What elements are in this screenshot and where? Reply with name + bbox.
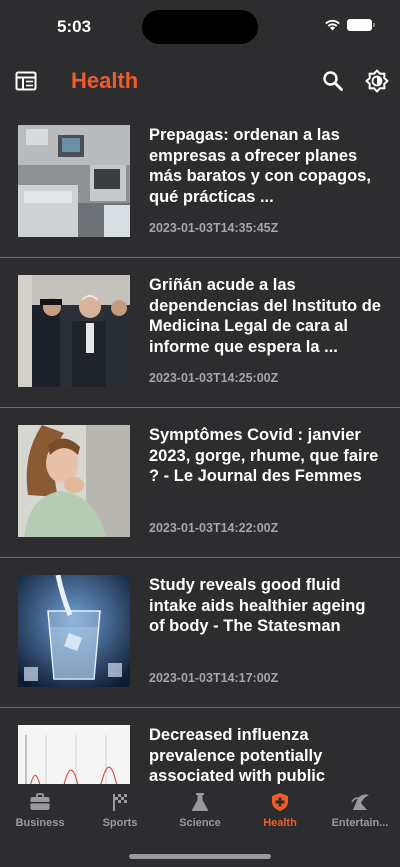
article-date: 2023-01-03T14:25:00Z (149, 371, 279, 385)
tab-label: Science (179, 817, 221, 829)
home-indicator (129, 854, 271, 859)
tab-sports[interactable]: Sports (80, 792, 160, 836)
layout-icon[interactable] (15, 71, 37, 91)
battery-icon (347, 19, 375, 31)
article-item[interactable]: Griñán acude a las dependencias del Inst… (0, 258, 400, 408)
tab-bar: Business Sports Science Health Entertain… (0, 784, 400, 867)
dynamic-island (142, 10, 258, 44)
chart-image (18, 725, 130, 784)
tab-label: Business (15, 817, 65, 829)
status-icons (324, 19, 375, 31)
article-title[interactable]: Symptômes Covid : janvier 2023, gorge, r… (149, 425, 385, 487)
tab-label: Health (263, 817, 297, 829)
page-title: Health (71, 68, 139, 93)
flask-icon (191, 793, 209, 811)
tab-label: Sports (102, 817, 138, 829)
tab-label: Entertain... (331, 817, 389, 829)
water-glass-image (18, 575, 130, 687)
article-date: 2023-01-03T14:17:00Z (149, 671, 279, 685)
status-time: 5:03 (57, 17, 92, 36)
tab-business[interactable]: Business (0, 792, 80, 836)
officials-walking-image (18, 275, 130, 387)
article-item[interactable]: Decreased influenza prevalence potential… (0, 708, 400, 784)
article-date: 2023-01-03T14:35:45Z (149, 221, 279, 235)
briefcase-icon (30, 793, 50, 810)
article-title[interactable]: Decreased influenza prevalence potential… (149, 725, 385, 784)
tab-entertainment[interactable]: Entertain... (320, 792, 400, 836)
entertainment-icon (351, 794, 369, 810)
wifi-icon (325, 19, 340, 31)
status-bar: 5:03 (0, 0, 400, 54)
article-title[interactable]: Prepagas: ordenan a las empresas a ofrec… (149, 125, 385, 207)
woman-coughing-image (18, 425, 130, 537)
article-item[interactable]: Symptômes Covid : janvier 2023, gorge, r… (0, 408, 400, 558)
article-item[interactable]: Prepagas: ordenan a las empresas a ofrec… (0, 108, 400, 258)
article-title[interactable]: Griñán acude a las dependencias del Inst… (149, 275, 385, 357)
article-item[interactable]: Study reveals good fluid intake aids hea… (0, 558, 400, 708)
article-title[interactable]: Study reveals good fluid intake aids hea… (149, 575, 385, 637)
search-icon[interactable] (322, 70, 344, 92)
medical-icon (272, 793, 288, 811)
article-date: 2023-01-03T14:22:00Z (149, 521, 279, 535)
brightness-icon[interactable] (365, 69, 389, 93)
hospital-room-image (18, 125, 130, 237)
tab-science[interactable]: Science (160, 792, 240, 836)
tab-health[interactable]: Health (240, 792, 320, 836)
article-list: Prepagas: ordenan a las empresas a ofrec… (0, 108, 400, 784)
flag-icon (113, 794, 127, 811)
app-header: Health (0, 56, 400, 108)
